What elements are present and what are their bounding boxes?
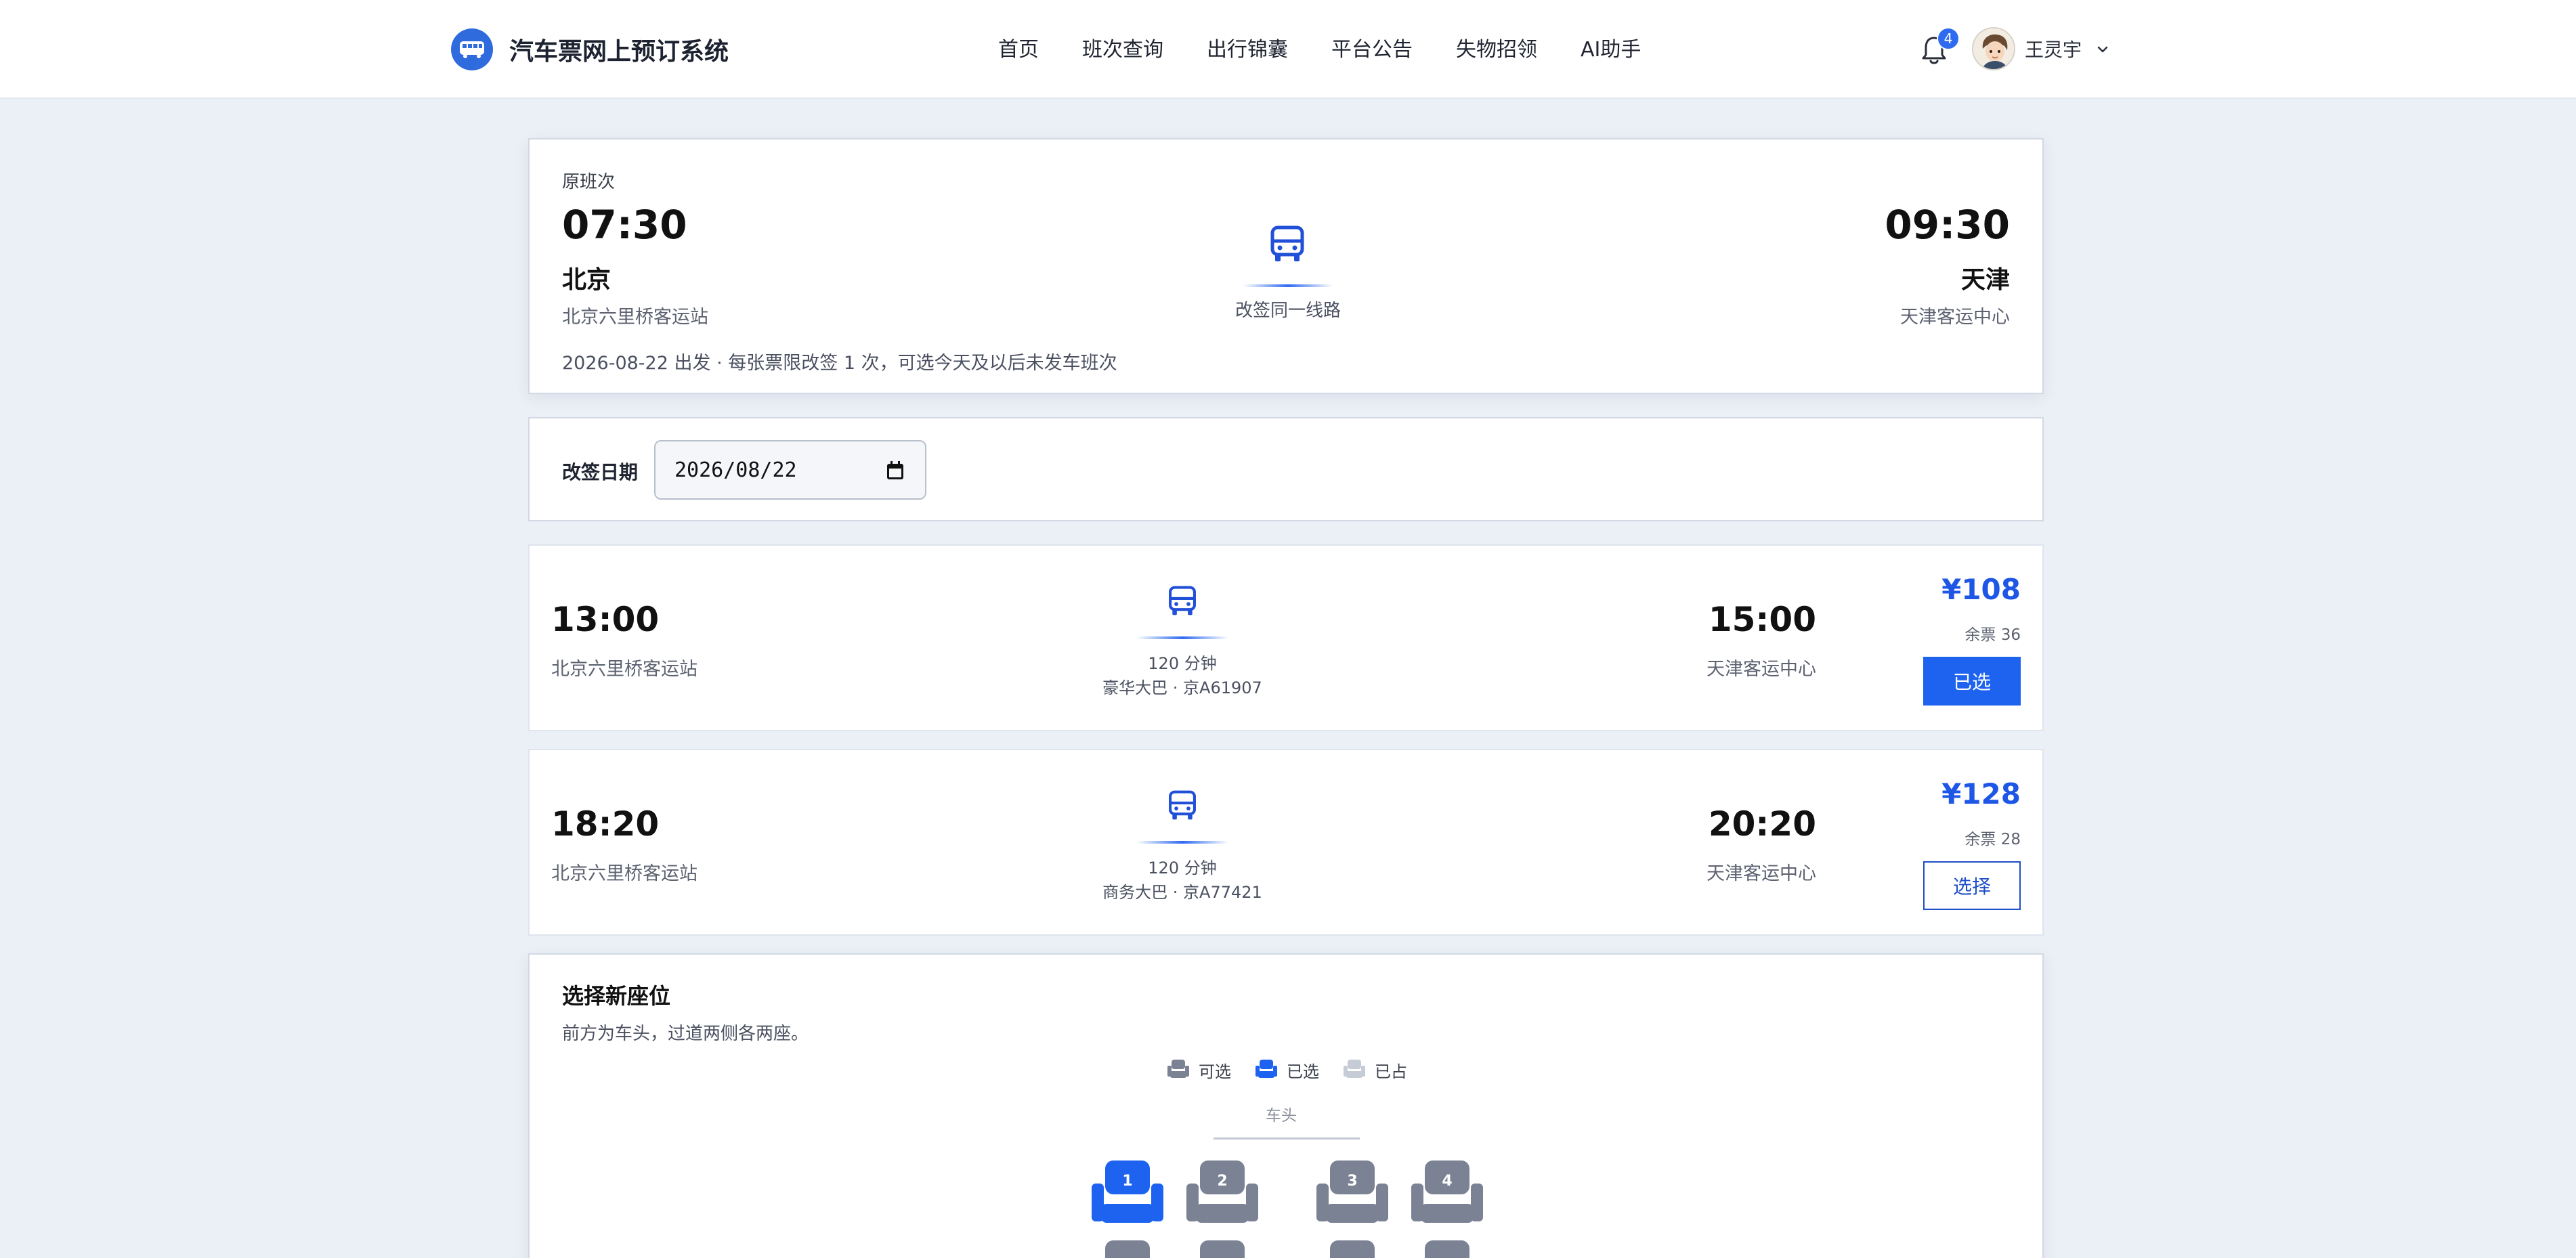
original-label: 原班次 xyxy=(562,172,616,192)
seat-selected-icon xyxy=(1255,1060,1277,1078)
route-line xyxy=(1136,636,1228,639)
seats-left: 余票 36 xyxy=(1965,626,2021,644)
seat-available-icon xyxy=(1105,1240,1150,1258)
price: ¥108 xyxy=(1941,573,2021,606)
seat-4[interactable]: 4 xyxy=(1411,1161,1483,1227)
seat-row2-left-outer[interactable] xyxy=(1092,1240,1163,1258)
seat-available-icon xyxy=(1200,1240,1245,1258)
bus-icon xyxy=(1169,586,1196,615)
seat-selection-card: 选择新座位 前方为车头，过道两侧各两座。 可选 已选 已占 车头 1 2 3 4 xyxy=(528,953,2044,1258)
seat-section-subtitle: 前方为车头，过道两侧各两座。 xyxy=(562,1024,809,1044)
notification-badge: 4 xyxy=(1937,27,1960,50)
bus-front-line xyxy=(1214,1137,1360,1140)
reschedule-date-label: 改签日期 xyxy=(562,461,639,483)
original-arrive-time: 09:30 xyxy=(1885,202,2010,248)
seat-legend: 可选 已选 已占 xyxy=(1166,1058,1430,1082)
seat-available-icon xyxy=(1316,1161,1388,1223)
original-schedule-card: 原班次 07:30 北京 北京六里桥客运站 改签同一线路 09:30 天津 天津… xyxy=(528,138,2044,394)
legend-available-label: 可选 xyxy=(1199,1062,1231,1081)
seat-row2-left-inner[interactable] xyxy=(1186,1240,1258,1258)
seat-available-icon xyxy=(1186,1161,1258,1223)
legend-occupied: 已占 xyxy=(1342,1058,1407,1082)
seat-occupied-icon xyxy=(1344,1060,1365,1078)
reschedule-date-input[interactable]: 2026/08/22 xyxy=(654,440,926,500)
selected-button[interactable]: 已选 xyxy=(1923,657,2021,706)
original-arrive-station: 天津客运中心 xyxy=(1900,307,2010,328)
duration: 120 分钟 xyxy=(1148,859,1217,877)
seat-number: 2 xyxy=(1217,1173,1228,1190)
original-arrive-city: 天津 xyxy=(1960,266,2010,294)
bus-icon xyxy=(1169,790,1196,820)
username[interactable]: 王灵宇 xyxy=(2025,35,2082,62)
original-depart-station: 北京六里桥客运站 xyxy=(562,307,708,328)
seat-available-icon xyxy=(1411,1161,1483,1223)
nav-announcements[interactable]: 平台公告 xyxy=(1331,34,1413,66)
seat-available-icon xyxy=(1425,1240,1469,1258)
bus-front-label: 车头 xyxy=(1266,1107,1297,1125)
seat-selected-icon xyxy=(1092,1161,1163,1223)
reschedule-date-card: 改签日期 2026/08/22 xyxy=(528,417,2044,521)
nav-travel-tips[interactable]: 出行锦囊 xyxy=(1207,34,1288,66)
seat-available-icon xyxy=(1330,1240,1375,1258)
seat-number: 4 xyxy=(1442,1173,1453,1190)
nav-schedule-search[interactable]: 班次查询 xyxy=(1082,34,1163,66)
bus-logo-icon xyxy=(451,28,493,70)
legend-selected: 已选 xyxy=(1254,1058,1319,1082)
seats-left: 余票 28 xyxy=(1965,831,2021,848)
chevron-down-icon[interactable] xyxy=(2095,42,2110,57)
depart-station: 北京六里桥客运站 xyxy=(551,659,697,680)
seat-row2-right-outer[interactable] xyxy=(1411,1240,1483,1258)
seat-section-title: 选择新座位 xyxy=(562,983,671,1009)
original-depart-city: 北京 xyxy=(562,266,611,294)
nav-home[interactable]: 首页 xyxy=(998,34,1039,66)
route-line xyxy=(1136,841,1228,844)
legend-available: 可选 xyxy=(1166,1058,1231,1082)
avatar[interactable] xyxy=(1972,27,2015,70)
vehicle-info: 商务大巴 · 京A77421 xyxy=(1102,883,1262,902)
schedule-row[interactable]: 13:00 北京六里桥客运站 120 分钟 豪华大巴 · 京A61907 15:… xyxy=(528,544,2044,731)
main-nav: 首页 班次查询 出行锦囊 平台公告 失物招领 AI助手 xyxy=(998,34,1684,66)
choose-button[interactable]: 选择 xyxy=(1923,861,2021,910)
nav-ai-assistant[interactable]: AI助手 xyxy=(1581,34,1641,66)
reschedule-rules-note: 2026-08-22 出发 · 每张票限改签 1 次，可选今天及以后未发车班次 xyxy=(562,353,1117,374)
arrive-station: 天津客运中心 xyxy=(1706,863,1816,884)
schedule-row[interactable]: 18:20 北京六里桥客运站 120 分钟 商务大巴 · 京A77421 20:… xyxy=(528,749,2044,936)
bus-icon xyxy=(1270,225,1304,261)
price: ¥128 xyxy=(1941,777,2021,810)
legend-selected-label: 已选 xyxy=(1287,1062,1319,1081)
seat-available-icon xyxy=(1167,1060,1189,1078)
depart-station: 北京六里桥客运站 xyxy=(551,863,697,884)
nav-lost-found[interactable]: 失物招领 xyxy=(1456,34,1537,66)
arrive-time: 15:00 xyxy=(1708,600,1816,639)
top-navbar: 汽车票网上预订系统 首页 班次查询 出行锦囊 平台公告 失物招领 AI助手 4 … xyxy=(0,0,2576,99)
seat-row2-right-inner[interactable] xyxy=(1316,1240,1388,1258)
route-note: 改签同一线路 xyxy=(1235,301,1341,321)
seat-3[interactable]: 3 xyxy=(1316,1161,1388,1227)
calendar-icon[interactable] xyxy=(886,460,905,481)
depart-time: 18:20 xyxy=(551,804,660,844)
arrive-time: 20:20 xyxy=(1708,804,1816,844)
seat-2[interactable]: 2 xyxy=(1186,1161,1258,1227)
original-depart-time: 07:30 xyxy=(562,202,687,248)
brand[interactable]: 汽车票网上预订系统 xyxy=(451,28,729,70)
seat-1[interactable]: 1 xyxy=(1092,1161,1163,1227)
depart-time: 13:00 xyxy=(551,600,660,639)
date-value: 2026/08/22 xyxy=(674,458,797,482)
vehicle-info: 豪华大巴 · 京A61907 xyxy=(1102,678,1262,697)
legend-occupied-label: 已占 xyxy=(1375,1062,1407,1081)
seat-number: 1 xyxy=(1122,1173,1133,1190)
duration: 120 分钟 xyxy=(1148,654,1217,673)
arrive-station: 天津客运中心 xyxy=(1706,659,1816,680)
app-title: 汽车票网上预订系统 xyxy=(509,38,729,66)
route-line xyxy=(1243,284,1333,287)
seat-number: 3 xyxy=(1347,1173,1358,1190)
